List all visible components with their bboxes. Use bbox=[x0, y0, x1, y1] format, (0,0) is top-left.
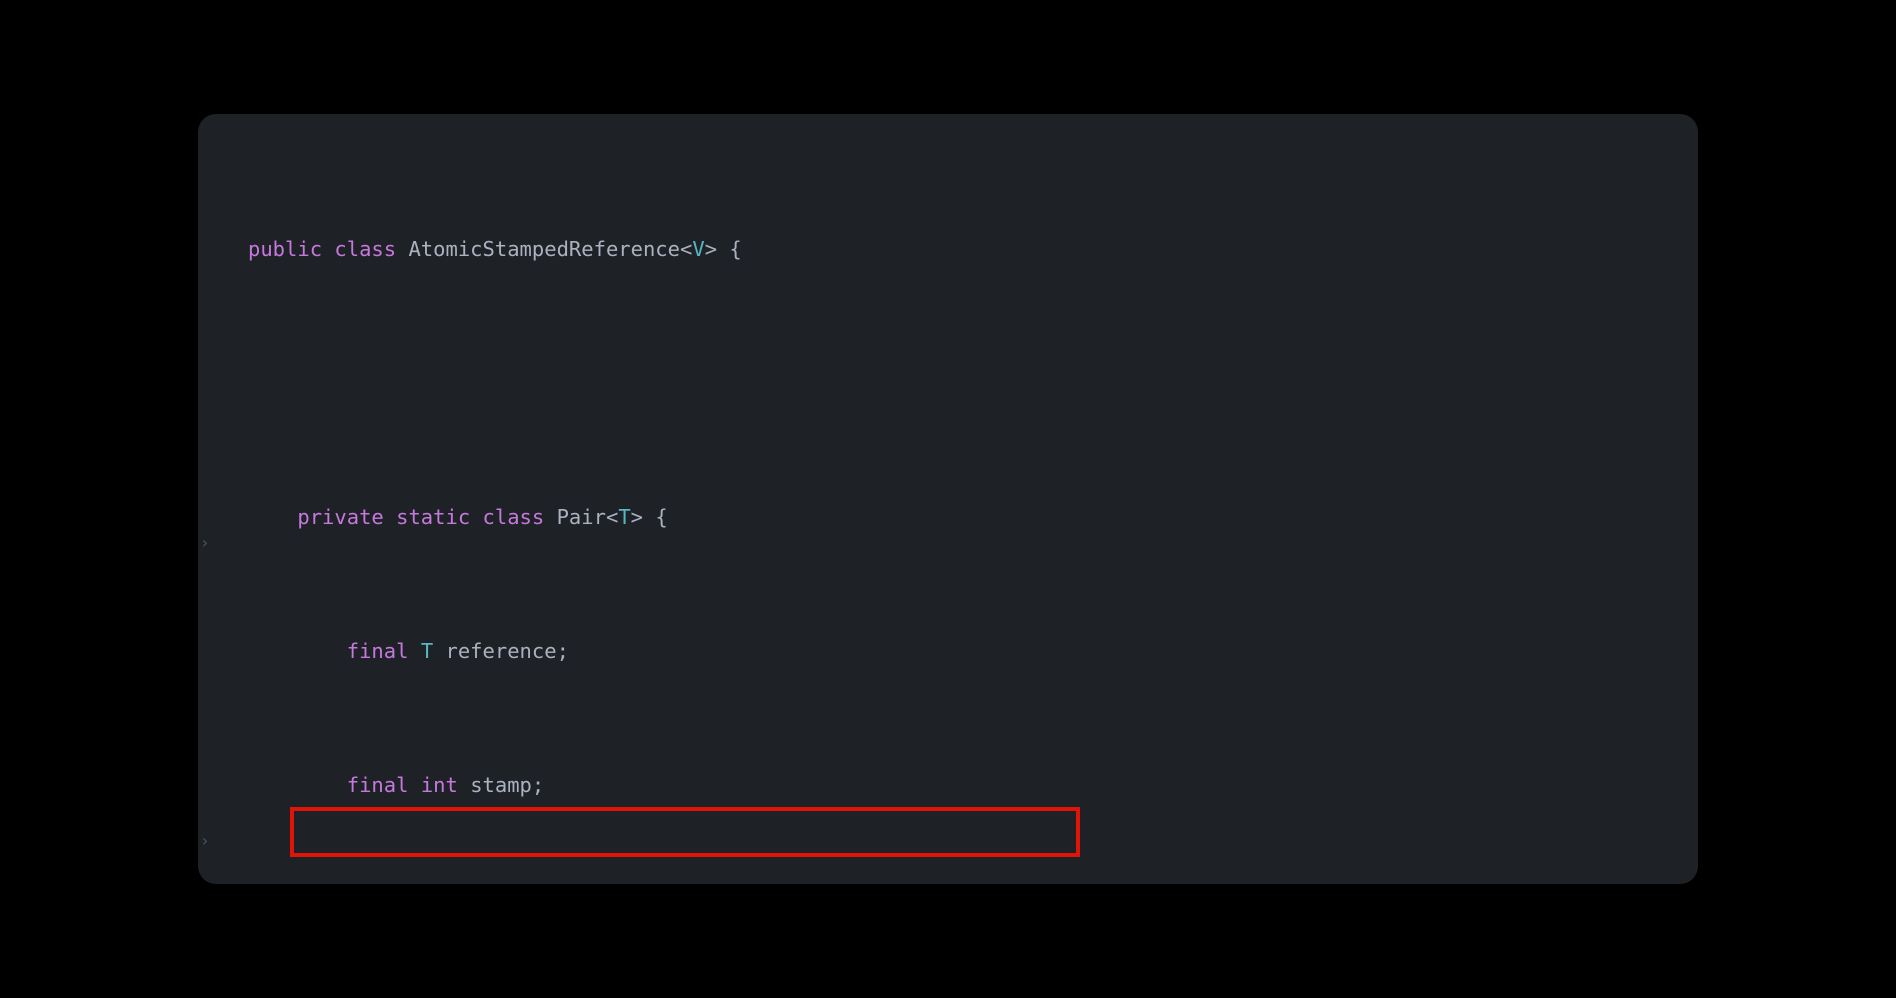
code-line-blank bbox=[198, 367, 1698, 401]
code-line: public class AtomicStampedReference<V> { bbox=[198, 233, 1698, 267]
annotation-highlight-box bbox=[290, 807, 1080, 857]
fold-caret-icon[interactable]: › bbox=[200, 824, 210, 858]
code-editor-window: public class AtomicStampedReference<V> {… bbox=[198, 114, 1698, 884]
code-line: private static class Pair<T> { bbox=[198, 501, 1698, 535]
code-line: final int stamp; bbox=[198, 769, 1698, 803]
code-line: final T reference; bbox=[198, 635, 1698, 669]
fold-caret-icon[interactable]: › bbox=[200, 526, 210, 560]
code-area[interactable]: public class AtomicStampedReference<V> {… bbox=[198, 114, 1698, 884]
